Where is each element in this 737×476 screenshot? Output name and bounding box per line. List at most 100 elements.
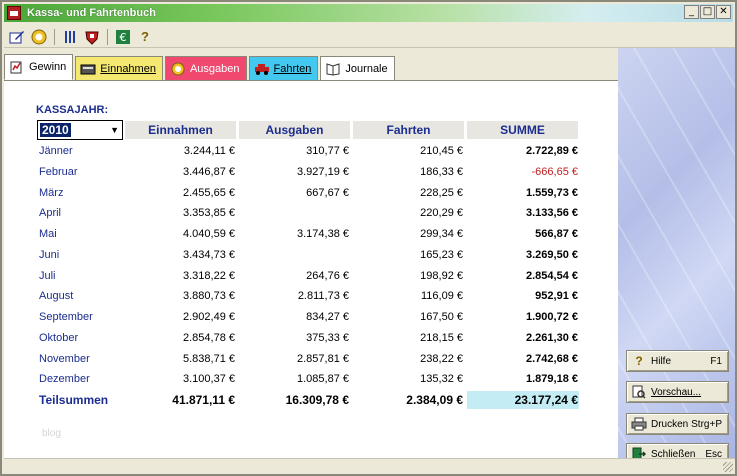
euro-icon[interactable]: €: [114, 28, 132, 46]
einnahmen-cell: 3.318,22 €: [183, 269, 235, 282]
maximize-button[interactable]: □: [700, 5, 715, 19]
tab-einnahmen[interactable]: Einnahmen: [75, 56, 163, 80]
ausgaben-cell: 2.857,81 €: [297, 352, 349, 365]
table-row: Jänner 3.244,11 € 310,77 € 210,45 € 2.722,89…: [37, 141, 582, 161]
help-icon[interactable]: ?: [136, 28, 154, 46]
table-row: Dezember 3.100,37 € 1.085,87 € 135,32 € 1.87…: [37, 369, 582, 389]
summe-cell: 3.133,56 €: [526, 207, 578, 220]
button-label: Drucken: [651, 418, 689, 430]
month-cell: November: [39, 352, 90, 365]
tab-gewinn[interactable]: Gewinn: [4, 54, 74, 80]
ausgaben-cell: 310,77 €: [306, 145, 349, 157]
title-bar[interactable]: Kassa- und Fahrtenbuch _ □ ✕: [4, 4, 733, 22]
tab-label: Fahrten: [273, 62, 312, 75]
summe-cell: 2.722,89 €: [526, 145, 578, 157]
fahrten-cell: 167,50 €: [420, 311, 463, 323]
fahrten-cell: 186,33 €: [420, 165, 463, 178]
side-panel: ? Hilfe F1 Vorschau... Drucken Strg+P Sc…: [618, 48, 735, 465]
year-select[interactable]: 2010 ▼: [37, 120, 123, 140]
minimize-button[interactable]: _: [684, 5, 699, 19]
ausgaben-cell: 834,27 €: [306, 311, 349, 323]
month-cell: April: [39, 207, 62, 220]
gewinn-panel: KASSAJAHR: 2010 ▼ Einnahmen Ausgaben Fah…: [4, 80, 618, 458]
toolbar-separator: [107, 28, 108, 45]
summe-cell: 2.261,30 €: [526, 331, 578, 344]
chevron-down-icon[interactable]: ▼: [110, 125, 119, 135]
register-icon: [80, 62, 96, 76]
month-cell: Jänner: [39, 145, 73, 157]
column-header-ausgaben: Ausgaben: [239, 121, 350, 139]
printer-icon: [631, 416, 647, 432]
edit-icon[interactable]: [8, 28, 26, 46]
help-icon: ?: [635, 354, 643, 368]
month-cell: Februar: [39, 165, 78, 178]
resize-grip[interactable]: [723, 462, 733, 472]
totals-label: Teilsummen: [39, 393, 109, 407]
watermark: blog: [42, 428, 61, 439]
book-icon: [325, 62, 341, 76]
preview-button[interactable]: Vorschau...: [626, 381, 729, 403]
button-label: Hilfe: [651, 355, 672, 367]
einnahmen-cell: 3.434,73 €: [183, 248, 235, 261]
ausgaben-cell: 264,76 €: [306, 269, 349, 282]
svg-text:€: €: [120, 31, 127, 44]
summe-cell: 566,87 €: [535, 228, 578, 240]
einnahmen-cell: 3.353,85 €: [183, 207, 235, 220]
ausgaben-cell: 3.174,38 €: [297, 228, 349, 240]
table-row: Oktober 2.854,78 € 375,33 € 218,15 € 2.261,3…: [37, 328, 582, 348]
window-controls: _ □ ✕: [684, 5, 731, 19]
tab-label: Journale: [345, 62, 388, 75]
year-value: 2010: [40, 123, 71, 137]
ausgaben-cell: 3.927,19 €: [297, 165, 349, 178]
einnahmen-cell: 3.100,37 €: [183, 373, 235, 386]
month-cell: Mai: [39, 228, 57, 240]
column-header-einnahmen: Einnahmen: [125, 121, 236, 139]
car-icon: [254, 62, 270, 76]
print-button[interactable]: Drucken Strg+P: [626, 413, 729, 435]
toolbar-separator: [54, 28, 55, 45]
tab-ausgaben[interactable]: Ausgaben: [164, 56, 247, 80]
tab-fahrten[interactable]: Fahrten: [248, 56, 319, 80]
summe-cell: 3.269,50 €: [526, 248, 578, 261]
status-bar: [4, 458, 735, 474]
fahrten-cell: 198,92 €: [420, 269, 463, 282]
sun-icon[interactable]: [30, 28, 48, 46]
month-cell: Dezember: [39, 373, 90, 386]
app-icon: [7, 6, 21, 20]
table-row: November 5.838,71 € 2.857,81 € 238,22 € 2.74…: [37, 349, 582, 369]
month-cell: September: [39, 311, 93, 323]
fahrten-cell: 218,15 €: [420, 331, 463, 344]
kassajahr-label: KASSAJAHR:: [36, 104, 109, 116]
totals-row: Teilsummen 41.871,11 € 16.309,78 € 2.384,09…: [37, 390, 582, 410]
tab-label: Ausgaben: [189, 62, 240, 75]
tab-journale[interactable]: Journale: [320, 56, 395, 80]
einnahmen-cell: 4.040,59 €: [183, 228, 235, 240]
table-row: März 2.455,65 € 667,67 € 228,25 € 1.559,73 €: [37, 183, 582, 203]
help-button[interactable]: ? Hilfe F1: [626, 350, 729, 372]
tab-label: Einnahmen: [100, 62, 156, 75]
einnahmen-cell: 3.880,73 €: [183, 290, 235, 303]
einnahmen-cell: 3.244,11 €: [183, 145, 235, 157]
table-row: September 2.902,49 € 834,27 € 167,50 € 1.900…: [37, 307, 582, 327]
month-cell: Juli: [39, 269, 56, 282]
chart-icon: [9, 60, 25, 74]
fahrten-cell: 299,34 €: [420, 228, 463, 240]
ausgaben-cell: 2.811,73 €: [297, 290, 349, 303]
shortcut-key: Strg+P: [691, 418, 722, 430]
crest-icon[interactable]: [83, 28, 101, 46]
fahrten-cell: 135,32 €: [420, 373, 463, 386]
einnahmen-cell: 2.854,78 €: [183, 331, 235, 344]
month-cell: Oktober: [39, 331, 79, 344]
table-row: August 3.880,73 € 2.811,73 € 116,09 € 952,91…: [37, 286, 582, 306]
summe-cell: 23.177,24 €: [514, 393, 578, 407]
tools-icon[interactable]: [61, 28, 79, 46]
fahrten-cell: 116,09 €: [420, 290, 463, 303]
summe-cell: 2.742,68 €: [526, 352, 578, 365]
close-button[interactable]: ✕: [716, 5, 731, 19]
table-row: April 3.353,85 € 220,29 € 3.133,56 €: [37, 203, 582, 223]
fahrten-cell: 220,29 €: [420, 207, 463, 220]
summe-cell: -666,65 €: [531, 165, 578, 178]
toolbar: € ?: [4, 26, 735, 48]
fahrten-cell: 2.384,09 €: [406, 393, 463, 407]
ausgaben-cell: 16.309,78 €: [285, 393, 349, 407]
